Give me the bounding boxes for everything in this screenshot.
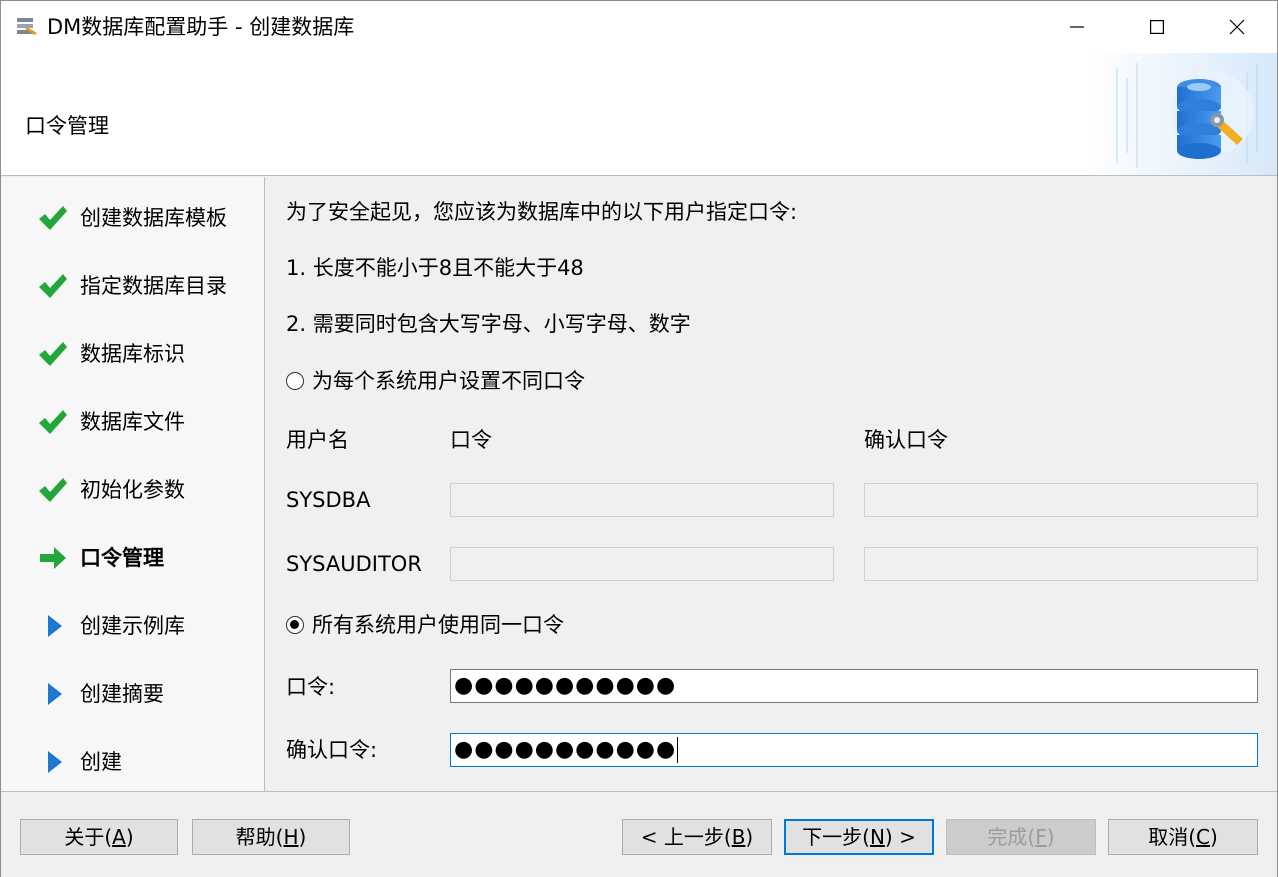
arrow-right-icon (40, 547, 66, 569)
dm-config-window: DM数据库配置助手 - 创建数据库 口令管理 创建数据库模板 指定数据库目录 数… (0, 0, 1278, 877)
sysdba-password-field (450, 483, 834, 517)
intro-text: 为了安全起见，您应该为数据库中的以下用户指定口令: (286, 200, 798, 224)
database-wrench-icon (1087, 53, 1277, 175)
step-label: 数据库文件 (80, 410, 185, 434)
close-icon (1229, 19, 1245, 35)
sysauditor-password-field (450, 547, 834, 581)
same-password-radio[interactable] (286, 616, 304, 634)
back-button[interactable]: < 上一步(B) (622, 819, 772, 855)
step-create: 创建 (1, 742, 263, 782)
step-label: 初始化参数 (80, 478, 185, 502)
step-label: 指定数据库目录 (80, 274, 227, 298)
step-label: 创建示例库 (80, 614, 185, 638)
maximize-icon (1150, 20, 1164, 34)
column-header-user: 用户名 (286, 428, 349, 452)
step-database-id: 数据库标识 (1, 334, 263, 374)
password-panel: 为了安全起见，您应该为数据库中的以下用户指定口令: 1. 长度不能小于8且不能大… (266, 177, 1277, 791)
triangle-right-icon (48, 615, 62, 637)
step-database-files: 数据库文件 (1, 402, 263, 442)
page-header: 口令管理 (1, 53, 1277, 176)
checkmark-icon (39, 478, 67, 502)
column-header-password: 口令 (450, 428, 492, 452)
step-label: 创建 (80, 750, 122, 774)
window-title: DM数据库配置助手 - 创建数据库 (47, 15, 355, 39)
checkmark-icon (39, 410, 67, 434)
minimize-button[interactable] (1047, 1, 1107, 53)
user-sysdba: SYSDBA (286, 488, 371, 512)
help-button[interactable]: 帮助(H) (192, 819, 350, 855)
step-create-template: 创建数据库模板 (1, 198, 263, 238)
triangle-right-icon (48, 751, 62, 773)
user-sysauditor: SYSAUDITOR (286, 552, 422, 576)
cancel-button[interactable]: 取消(C) (1108, 819, 1258, 855)
step-specify-directory: 指定数据库目录 (1, 266, 263, 306)
step-sidebar: 创建数据库模板 指定数据库目录 数据库标识 数据库文件 初始化参数 口令管理 创… (1, 177, 265, 791)
maximize-button[interactable] (1127, 1, 1187, 53)
separate-password-label[interactable]: 为每个系统用户设置不同口令 (312, 368, 585, 394)
text-caret (677, 737, 679, 763)
step-label: 口令管理 (80, 546, 164, 570)
sysdba-confirm-field (864, 483, 1258, 517)
triangle-right-icon (48, 683, 62, 705)
rule-length: 1. 长度不能小于8且不能大于48 (286, 256, 584, 280)
step-create-summary: 创建摘要 (1, 674, 263, 714)
password-value: ●●●●●●●●●●● (454, 673, 677, 698)
step-init-params: 初始化参数 (1, 470, 263, 510)
same-password-label[interactable]: 所有系统用户使用同一口令 (312, 612, 564, 638)
step-create-sample: 创建示例库 (1, 606, 263, 646)
page-title: 口令管理 (25, 114, 109, 138)
column-header-confirm: 确认口令 (864, 428, 948, 452)
confirm-password-value: ●●●●●●●●●●● (454, 737, 677, 762)
step-password-management: 口令管理 (1, 538, 263, 578)
button-bar: 关于(A) 帮助(H) < 上一步(B) 下一步(N) > 完成(F) 取消(C… (1, 791, 1277, 877)
confirm-password-input[interactable]: ●●●●●●●●●●● (450, 733, 1258, 767)
step-label: 创建数据库模板 (80, 206, 227, 230)
next-button[interactable]: 下一步(N) > (784, 819, 934, 855)
checkmark-icon (39, 274, 67, 298)
minimize-icon (1070, 26, 1084, 28)
about-button[interactable]: 关于(A) (20, 819, 178, 855)
separate-password-radio[interactable] (286, 372, 304, 390)
step-label: 数据库标识 (80, 342, 185, 366)
password-label: 口令: (286, 675, 336, 699)
rule-complexity: 2. 需要同时包含大写字母、小写字母、数字 (286, 312, 691, 336)
checkmark-icon (39, 342, 67, 366)
finish-button: 完成(F) (946, 819, 1096, 855)
step-label: 创建摘要 (80, 682, 164, 706)
close-button[interactable] (1207, 1, 1267, 53)
title-bar: DM数据库配置助手 - 创建数据库 (1, 1, 1277, 53)
password-input[interactable]: ●●●●●●●●●●● (450, 669, 1258, 703)
checkmark-icon (39, 206, 67, 230)
sysauditor-confirm-field (864, 547, 1258, 581)
confirm-password-label: 确认口令: (286, 738, 378, 762)
app-icon (17, 18, 37, 35)
